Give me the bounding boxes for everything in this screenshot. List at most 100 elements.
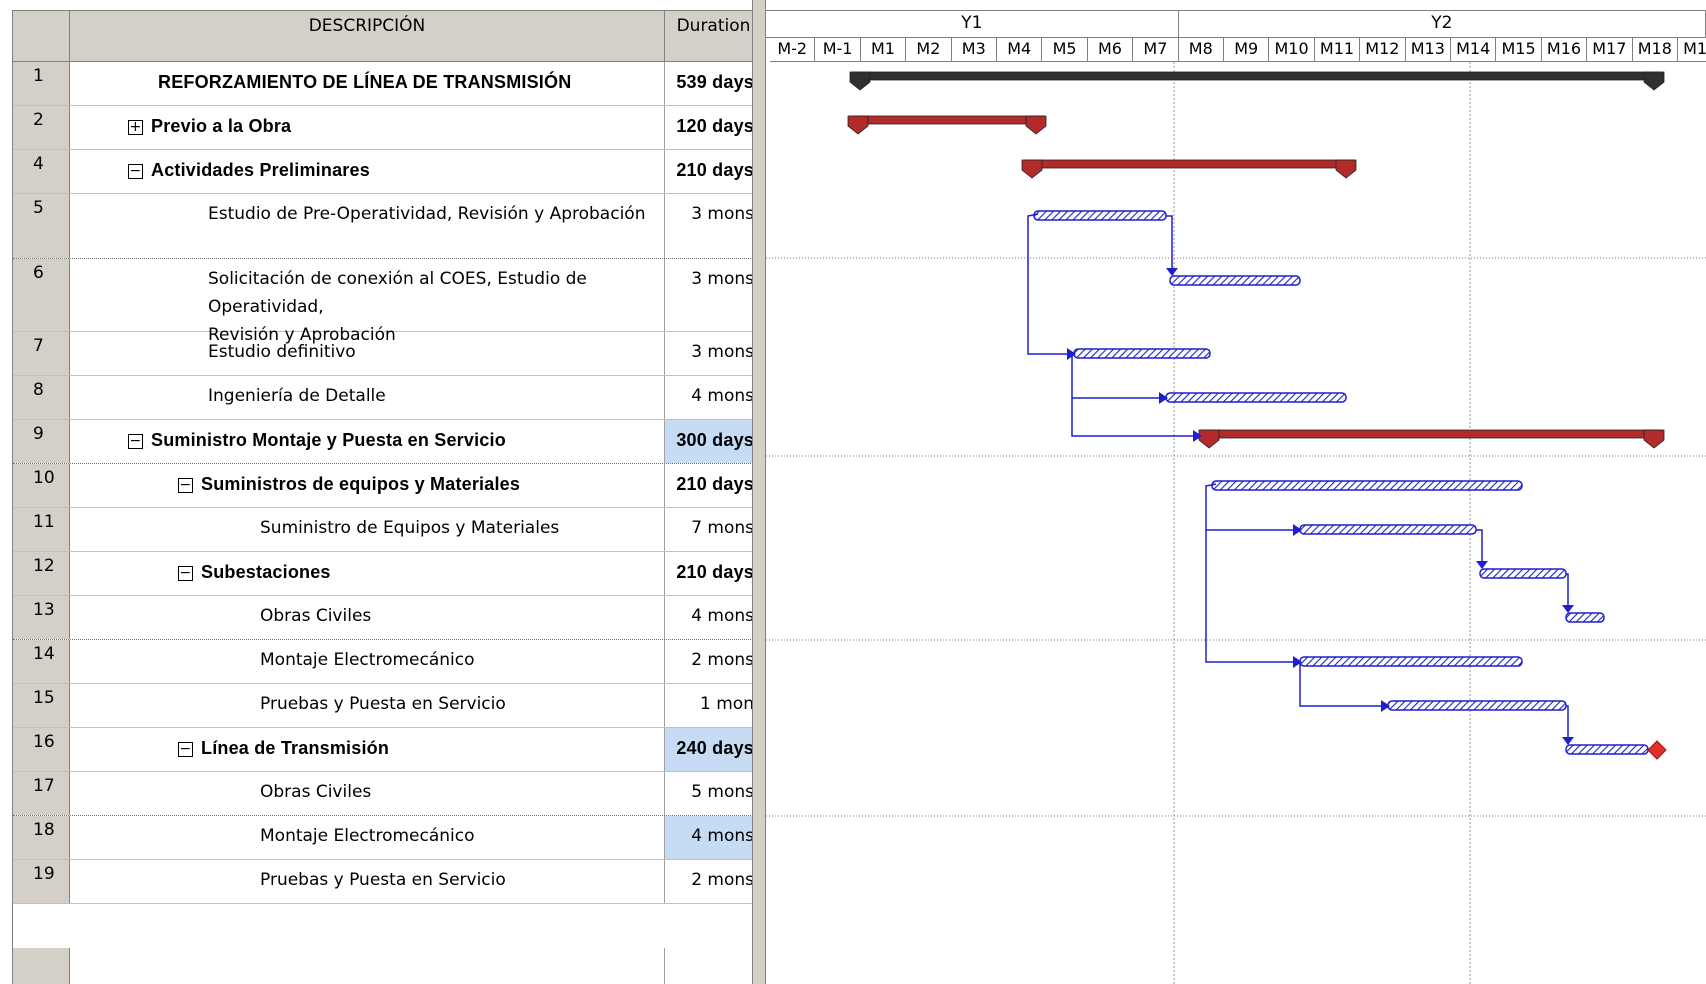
task-row-13[interactable]: 13 Obras Civiles 4 mons — [13, 596, 753, 640]
summary-bar-actividades[interactable] — [1023, 159, 1355, 169]
summary-bar-suministro[interactable] — [1200, 429, 1663, 439]
task-row-16[interactable]: 16− Línea de Transmisión 240 days — [13, 728, 753, 772]
summary-bar-previo-start-cap[interactable] — [847, 115, 869, 135]
dependency-arrowhead[interactable] — [1166, 268, 1178, 276]
duration-cell[interactable]: 300 days — [665, 420, 753, 463]
expand-icon[interactable]: + — [128, 120, 143, 135]
collapse-icon[interactable]: − — [128, 164, 143, 179]
dependency-link[interactable] — [1566, 573, 1569, 610]
task-name-cell[interactable]: Suministro de Equipos y Materiales — [70, 508, 665, 551]
duration-cell[interactable] — [665, 948, 753, 984]
task-bar-11[interactable] — [1211, 480, 1523, 491]
task-row-9[interactable]: 9− Suministro Montaje y Puesta en Servici… — [13, 420, 753, 464]
row-id[interactable]: 10 — [13, 464, 70, 507]
dependency-link[interactable] — [1166, 215, 1173, 273]
dependency-link[interactable] — [1299, 662, 1382, 707]
milestone-diamond[interactable] — [1647, 740, 1667, 760]
duration-cell[interactable]: 240 days — [665, 728, 753, 771]
empty-row[interactable] — [13, 948, 753, 984]
row-id-header[interactable] — [13, 11, 70, 61]
task-row-5[interactable]: 5 Estudio de Pre-Operatividad, Revisión y… — [13, 194, 753, 259]
duration-cell[interactable]: 5 mons — [665, 772, 753, 815]
task-name-cell[interactable]: − Actividades Preliminares — [70, 150, 665, 193]
task-row-18[interactable]: 18 Montaje Electromecánico 4 mons — [13, 816, 753, 860]
duration-cell[interactable]: 120 days — [665, 106, 753, 149]
task-row-17[interactable]: 17 Obras Civiles 5 mons — [13, 772, 753, 816]
task-name-cell[interactable]: Estudio de Pre-Operatividad, Revisión y … — [70, 194, 665, 258]
task-name-cell[interactable]: Estudio definitivo — [70, 332, 665, 375]
task-name-cell[interactable]: Pruebas y Puesta en Servicio — [70, 860, 665, 903]
duration-cell[interactable]: 1 mon — [665, 684, 753, 727]
task-name-cell[interactable]: − Línea de Transmisión — [70, 728, 665, 771]
task-row-1[interactable]: 1 REFORZAMIENTO DE LÍNEA DE TRANSMISIÓN 53… — [13, 62, 753, 106]
task-name-cell[interactable]: Montaje Electromecánico — [70, 816, 665, 859]
task-name-cell[interactable]: Ingeniería de Detalle — [70, 376, 665, 419]
row-id[interactable]: 13 — [13, 596, 70, 639]
dependency-link[interactable] — [1566, 705, 1569, 742]
task-row-6[interactable]: 6 Solicitación de conexión al COES, Estud… — [13, 259, 753, 345]
task-bar-8[interactable] — [1165, 392, 1347, 403]
collapse-icon[interactable]: − — [128, 434, 143, 449]
task-bar-5[interactable] — [1033, 210, 1167, 221]
duration-cell[interactable]: 539 days — [665, 62, 753, 105]
dependency-link[interactable] — [1476, 529, 1483, 566]
task-row-12[interactable]: 12− Subestaciones 210 days — [13, 552, 753, 596]
task-row-14[interactable]: 14 Montaje Electromecánico 2 mons — [13, 640, 753, 684]
row-id[interactable]: 17 — [13, 772, 70, 815]
duration-cell[interactable]: 4 mons — [665, 596, 753, 639]
dependency-link[interactable] — [1071, 398, 1194, 437]
duration-header[interactable]: Duration — [665, 11, 753, 61]
duration-cell[interactable]: 3 mons — [665, 259, 753, 331]
row-id[interactable]: 16 — [13, 728, 70, 771]
row-id[interactable]: 11 — [13, 508, 70, 551]
duration-cell[interactable]: 210 days — [665, 552, 753, 595]
row-id[interactable]: 5 — [13, 194, 70, 258]
duration-cell[interactable]: 7 mons — [665, 508, 753, 551]
row-id[interactable]: 12 — [13, 552, 70, 595]
task-name-cell[interactable]: Obras Civiles — [70, 596, 665, 639]
task-bar-19[interactable] — [1565, 744, 1649, 755]
row-id[interactable]: 8 — [13, 376, 70, 419]
row-id[interactable]: 15 — [13, 684, 70, 727]
task-bar-18[interactable] — [1387, 700, 1567, 711]
task-row-4[interactable]: 4− Actividades Preliminares 210 days — [13, 150, 753, 194]
summary-bar-previo[interactable] — [849, 115, 1045, 125]
project-summary-bar-start-cap[interactable] — [849, 71, 871, 91]
summary-bar-suministro-end-cap[interactable] — [1643, 429, 1665, 449]
task-bar-14[interactable] — [1479, 568, 1567, 579]
collapse-icon[interactable]: − — [178, 478, 193, 493]
task-name-cell[interactable]: − Subestaciones — [70, 552, 665, 595]
project-summary-bar-end-cap[interactable] — [1643, 71, 1665, 91]
collapse-icon[interactable]: − — [178, 742, 193, 757]
task-bar-13[interactable] — [1299, 524, 1477, 535]
task-row-8[interactable]: 8 Ingeniería de Detalle 4 mons — [13, 376, 753, 420]
row-id[interactable]: 6 — [13, 259, 70, 331]
row-id[interactable]: 9 — [13, 420, 70, 463]
task-name-cell[interactable]: − Suministro Montaje y Puesta en Servicio — [70, 420, 665, 463]
row-id[interactable] — [13, 948, 70, 984]
duration-cell[interactable]: 4 mons — [665, 376, 753, 419]
row-id[interactable]: 19 — [13, 860, 70, 903]
dependency-arrowhead[interactable] — [1476, 561, 1488, 569]
dependency-arrowhead[interactable] — [1562, 605, 1574, 613]
row-id[interactable]: 7 — [13, 332, 70, 375]
task-name-cell[interactable]: Montaje Electromecánico — [70, 640, 665, 683]
duration-cell[interactable]: 2 mons — [665, 640, 753, 683]
task-name-cell[interactable]: REFORZAMIENTO DE LÍNEA DE TRANSMISIÓN — [70, 62, 665, 105]
row-id[interactable]: 2 — [13, 106, 70, 149]
task-name-cell[interactable]: Obras Civiles — [70, 772, 665, 815]
task-row-15[interactable]: 15 Pruebas y Puesta en Servicio 1 mon — [13, 684, 753, 728]
dependency-link[interactable] — [1205, 483, 1294, 531]
task-bar-15[interactable] — [1565, 612, 1605, 623]
task-name-cell[interactable]: Pruebas y Puesta en Servicio — [70, 684, 665, 727]
duration-cell[interactable]: 2 mons — [665, 860, 753, 903]
task-name-cell[interactable]: Solicitación de conexión al COES, Estudi… — [70, 259, 665, 345]
row-id[interactable]: 18 — [13, 816, 70, 859]
row-id[interactable]: 1 — [13, 62, 70, 105]
collapse-icon[interactable]: − — [178, 566, 193, 581]
dependency-link[interactable] — [1027, 213, 1068, 355]
project-summary-bar[interactable] — [851, 71, 1663, 81]
summary-bar-actividades-end-cap[interactable] — [1335, 159, 1357, 179]
row-id[interactable]: 4 — [13, 150, 70, 193]
duration-cell[interactable]: 4 mons — [665, 816, 753, 859]
